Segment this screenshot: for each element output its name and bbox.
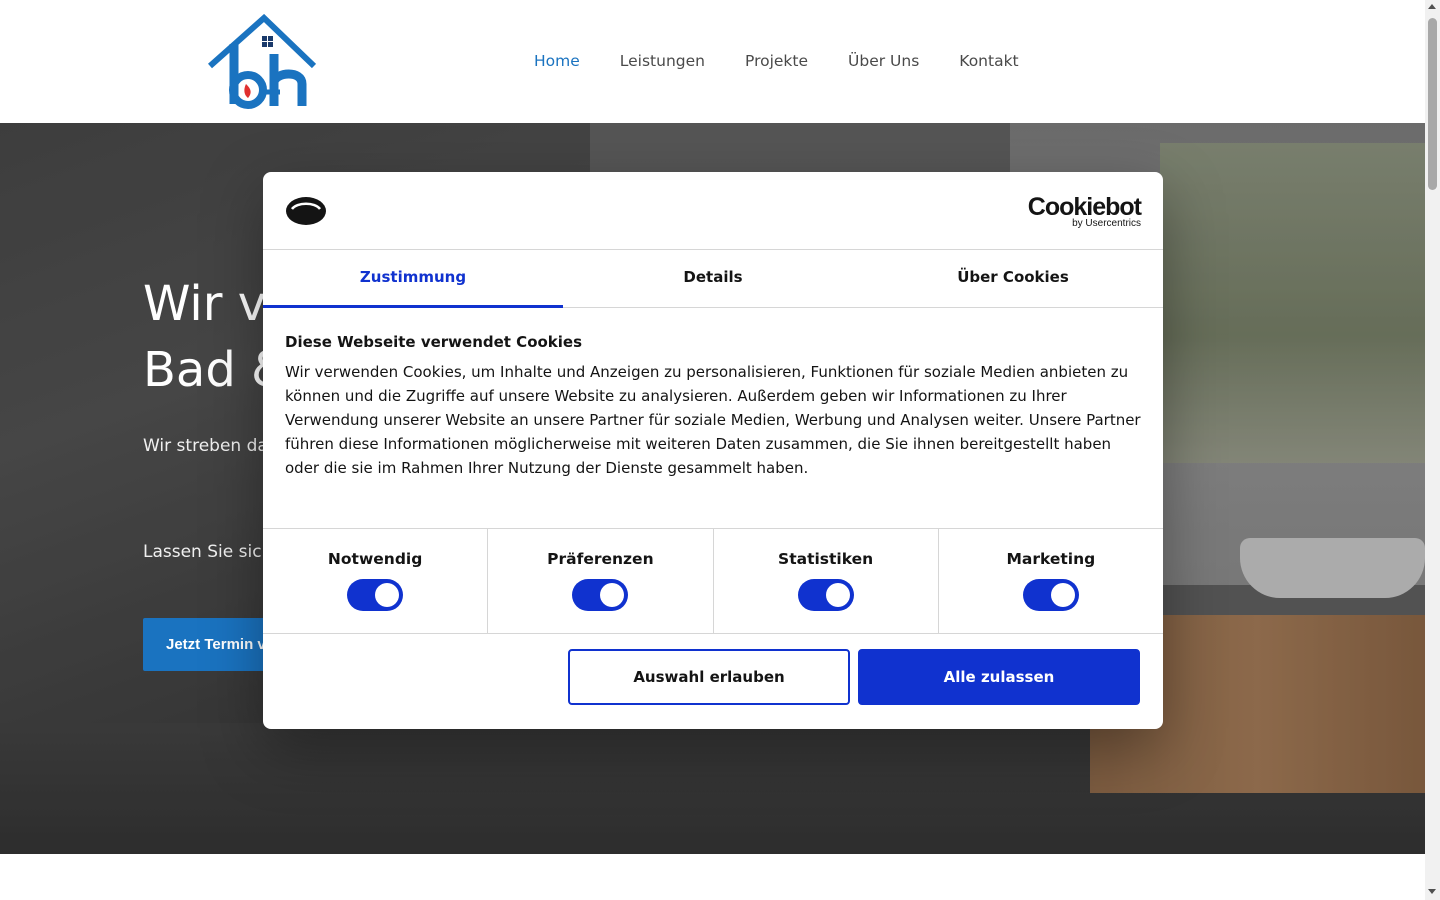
cookie-body-text: Wir verwenden Cookies, um Inhalte und An… — [285, 363, 1141, 477]
nav-item-leistungen[interactable]: Leistungen — [620, 51, 705, 71]
bh-house-logo-icon[interactable] — [206, 13, 318, 110]
scroll-down-icon[interactable] — [1428, 889, 1436, 894]
cookie-description: Diese Webseite verwendet Cookies Wir ver… — [263, 308, 1163, 529]
toggle-marketing[interactable] — [1022, 579, 1079, 611]
tab-zustimmung[interactable]: Zustimmung — [263, 250, 563, 308]
tab-details[interactable]: Details — [563, 250, 863, 307]
category-statistiken: Statistiken — [714, 529, 939, 633]
toggle-statistiken[interactable] — [797, 579, 854, 611]
site-header: Home Leistungen Projekte Über Uns Kontak… — [0, 0, 1425, 123]
category-praeferenzen: Präferenzen — [488, 529, 714, 633]
cookie-consent-dialog: Cookiebot by Usercentrics Zustimmung Det… — [263, 172, 1163, 729]
nav-item-ueber-uns[interactable]: Über Uns — [848, 51, 919, 71]
cookie-heading: Diese Webseite verwendet Cookies — [285, 333, 583, 351]
tab-ueber-cookies[interactable]: Über Cookies — [863, 250, 1163, 307]
category-notwendig: Notwendig — [263, 529, 489, 633]
allow-selection-button[interactable]: Auswahl erlauben — [568, 649, 850, 705]
allow-all-button[interactable]: Alle zulassen — [858, 649, 1140, 705]
cookie-dialog-header: Cookiebot by Usercentrics — [263, 172, 1163, 250]
cookie-icon — [285, 196, 327, 230]
scroll-up-icon[interactable] — [1428, 4, 1436, 9]
cookie-actions: Auswahl erlauben Alle zulassen — [263, 634, 1163, 729]
main-nav: Home Leistungen Projekte Über Uns Kontak… — [534, 51, 1059, 71]
cookie-tabs: Zustimmung Details Über Cookies — [263, 250, 1163, 308]
toggle-notwendig[interactable] — [347, 579, 404, 611]
cookiebot-logo[interactable]: Cookiebot by Usercentrics — [1028, 194, 1142, 229]
category-marketing: Marketing — [939, 529, 1163, 633]
cookie-categories: Notwendig Präferenzen Statistiken Market… — [263, 529, 1163, 634]
nav-item-projekte[interactable]: Projekte — [745, 51, 808, 71]
nav-item-kontakt[interactable]: Kontakt — [959, 51, 1018, 71]
scrollbar-thumb[interactable] — [1428, 18, 1437, 190]
nav-item-home[interactable]: Home — [534, 51, 580, 71]
toggle-praeferenzen[interactable] — [572, 579, 629, 611]
